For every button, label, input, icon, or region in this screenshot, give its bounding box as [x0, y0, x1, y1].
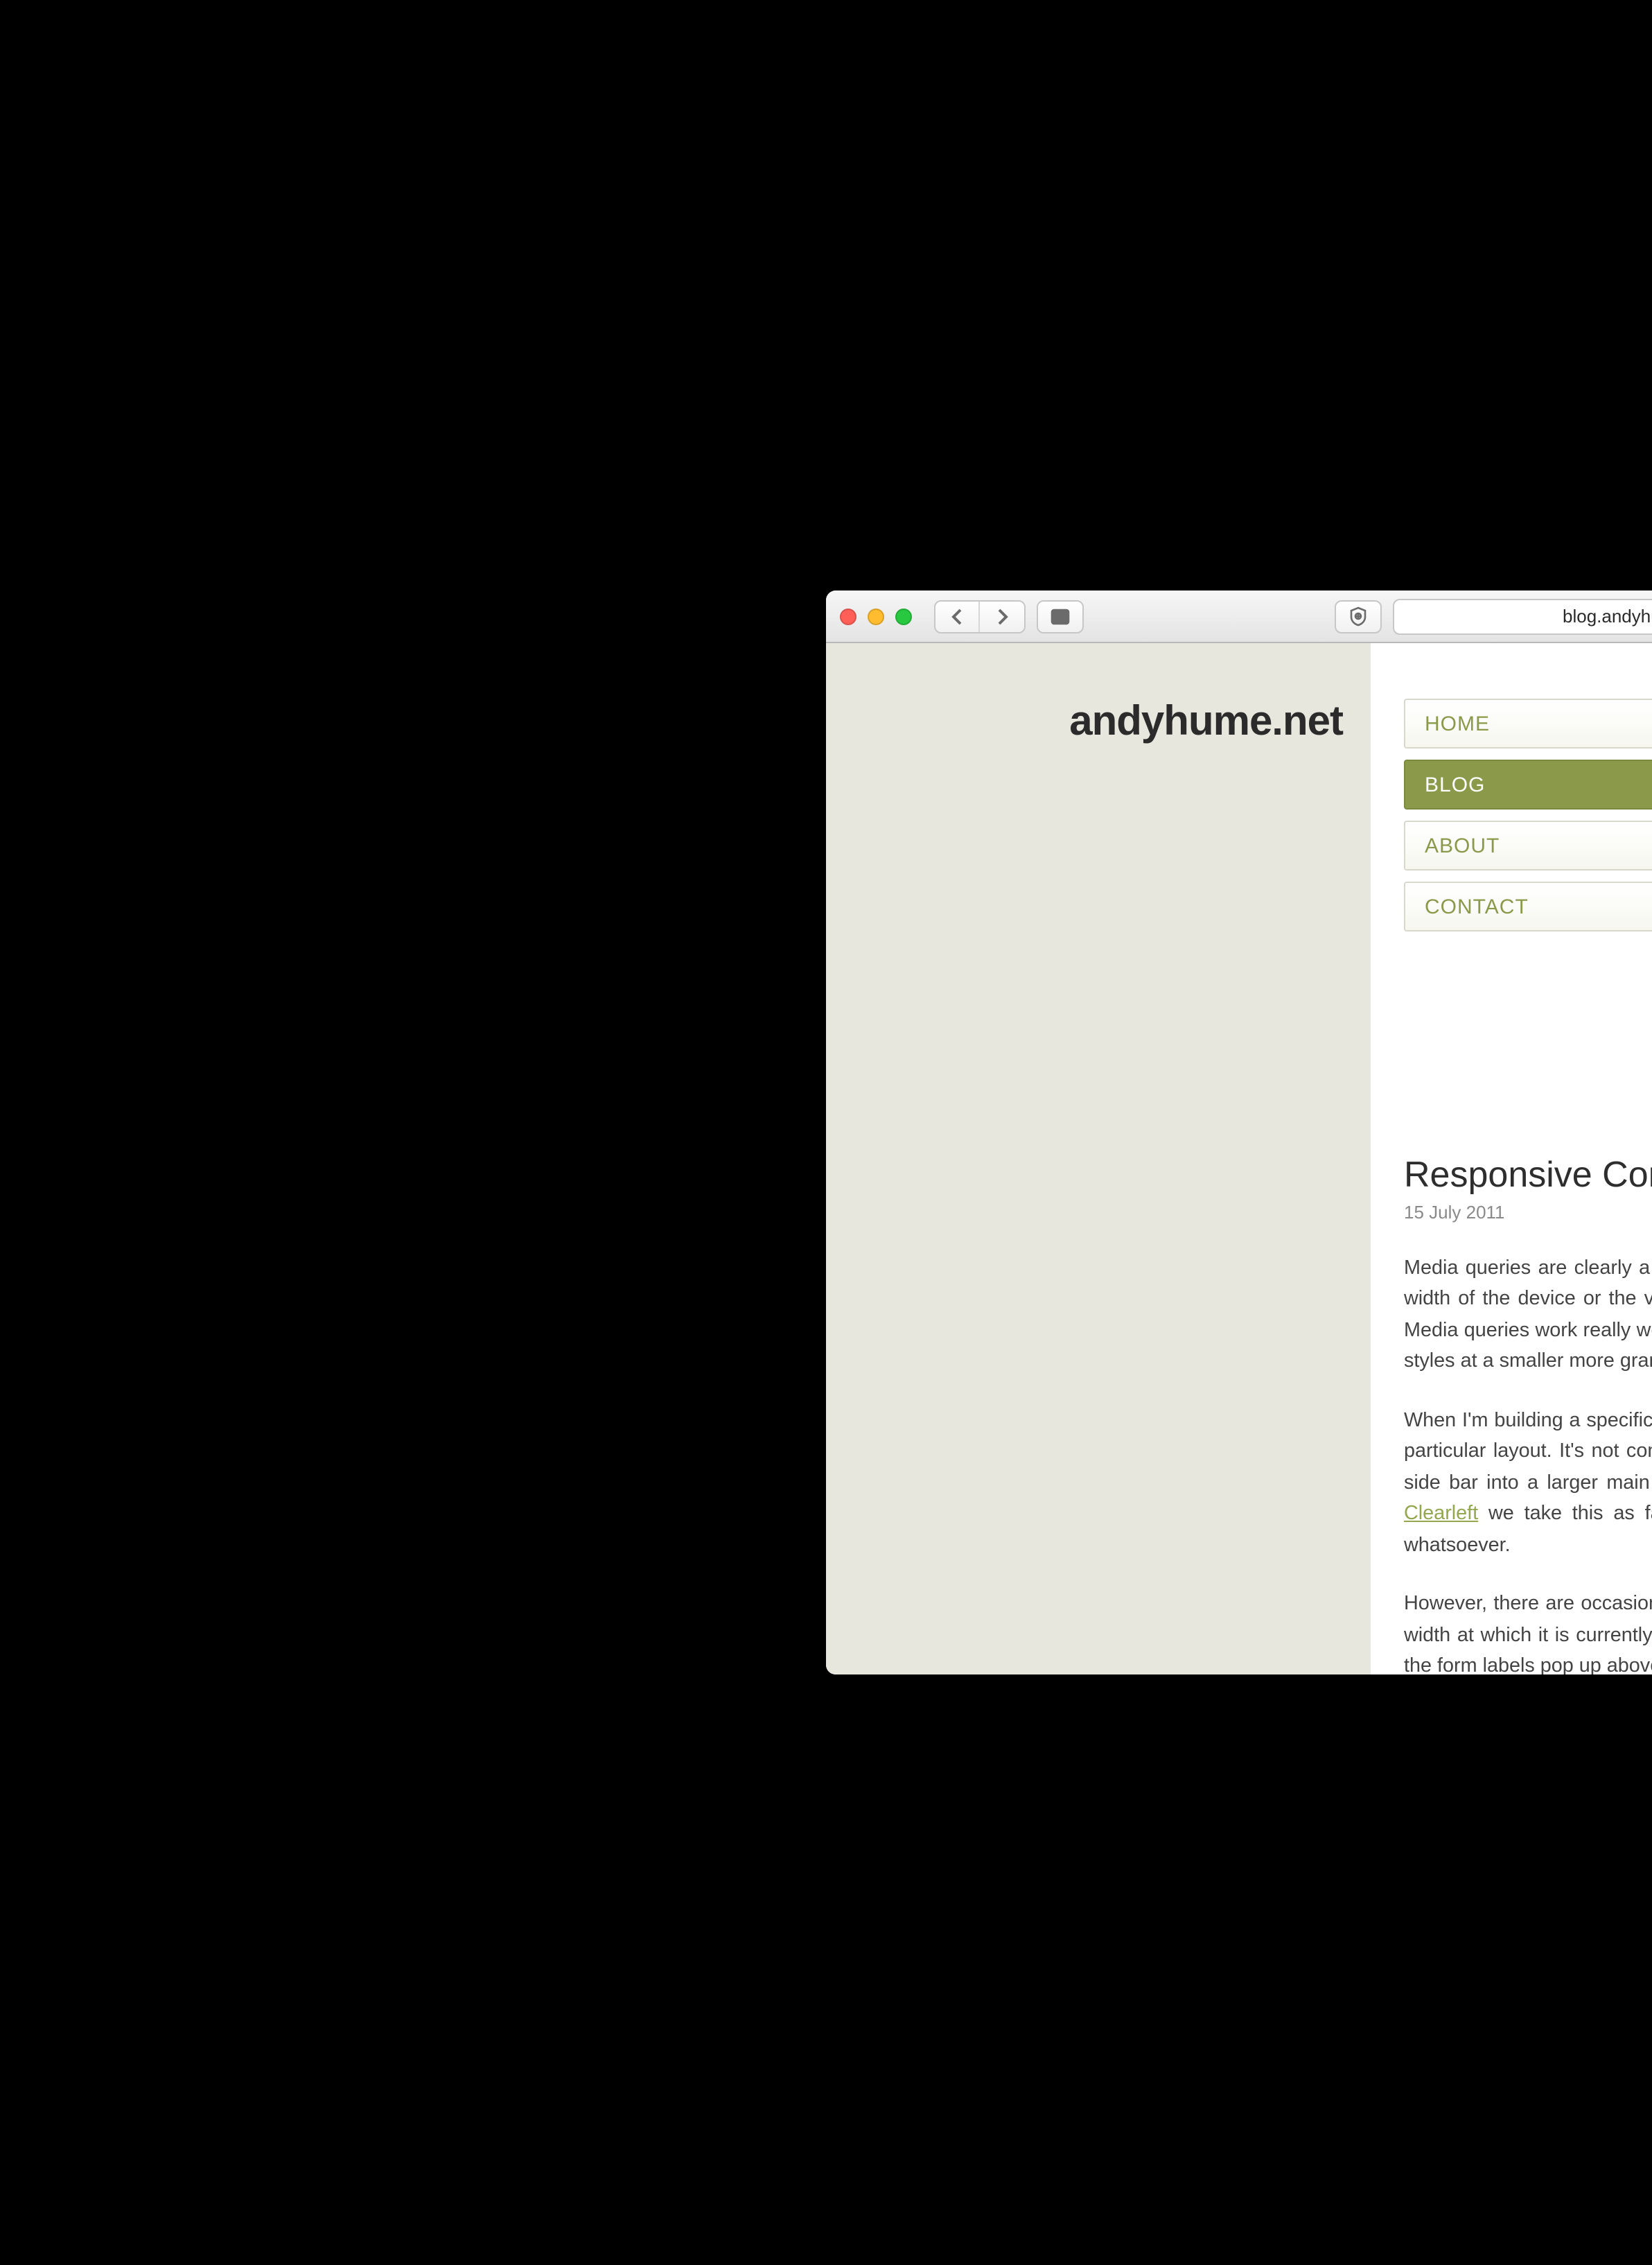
browser-toolbar: blog.andyhume.net/responsive-containers/ — [826, 591, 1652, 643]
close-window-button[interactable] — [840, 608, 856, 624]
article-date: 15 July 2011 — [1404, 1202, 1652, 1223]
primary-nav: HOME BLOG ABOUT CONTACT — [1404, 699, 1652, 932]
privacy-report-button[interactable] — [1335, 600, 1382, 633]
window-controls — [840, 608, 912, 624]
back-button[interactable] — [935, 601, 980, 631]
nav-back-forward — [934, 600, 1026, 633]
page-viewport: andyhume.net HOME BLOG ABOUT CONTACT Res… — [826, 643, 1652, 1674]
url-host: blog.andyhume.net — [1563, 606, 1652, 627]
page-main: HOME BLOG ABOUT CONTACT Responsive Conta… — [1371, 643, 1652, 1674]
forward-button[interactable] — [980, 601, 1024, 631]
browser-window: blog.andyhume.net/responsive-containers/ — [826, 591, 1652, 1674]
link-clearleft[interactable]: Clearleft — [1404, 1503, 1478, 1525]
article-paragraph: However, there are occasions when you mi… — [1404, 1589, 1652, 1674]
article-paragraph: When I'm building a specific front-end c… — [1404, 1406, 1652, 1562]
address-bar[interactable]: blog.andyhume.net/responsive-containers/ — [1393, 598, 1652, 634]
article-title: Responsive Containers — [1404, 1153, 1652, 1196]
page-sidebar: andyhume.net — [826, 643, 1371, 1674]
site-title[interactable]: andyhume.net — [826, 699, 1343, 746]
minimize-window-button[interactable] — [868, 608, 884, 624]
zoom-window-button[interactable] — [895, 608, 912, 624]
nav-contact[interactable]: CONTACT — [1404, 882, 1652, 932]
nav-about[interactable]: ABOUT — [1404, 821, 1652, 871]
article-paragraph: Media queries are clearly a huge step fo… — [1404, 1253, 1652, 1378]
article: Responsive Containers 15 July 2011 Media… — [1404, 1153, 1652, 1674]
sidebar-toggle-button[interactable] — [1037, 600, 1084, 633]
nav-home[interactable]: HOME — [1404, 699, 1652, 749]
nav-blog[interactable]: BLOG — [1404, 760, 1652, 810]
